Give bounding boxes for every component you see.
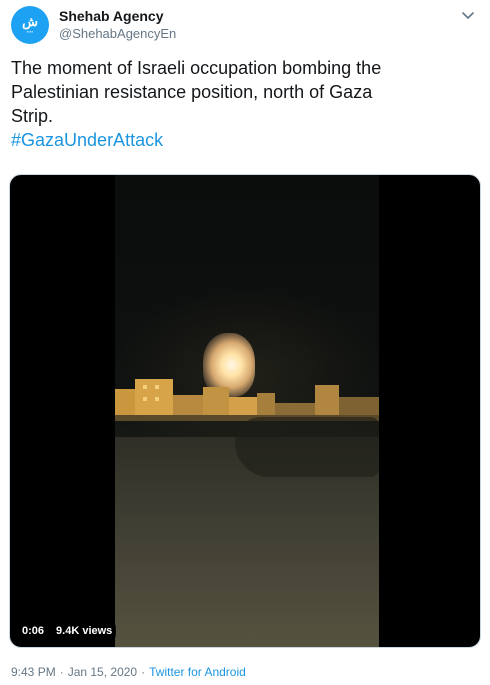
shehab-logo-icon: ش ▪▪▪▪ xyxy=(22,14,38,34)
author-name[interactable]: Shehab Agency xyxy=(59,8,164,24)
foreground-shadow xyxy=(235,417,379,477)
tweet-text-line: Palestinian resistance position, north o… xyxy=(11,82,373,102)
avatar[interactable]: ش ▪▪▪▪ xyxy=(11,6,49,44)
meta-separator: · xyxy=(141,665,146,679)
tweet-meta: 9:43 PM · Jan 15, 2020 · Twitter for Android xyxy=(11,665,246,679)
tweet-text: The moment of Israeli occupation bombing… xyxy=(11,56,471,152)
video-player[interactable]: 0:06 9.4K views xyxy=(9,174,481,648)
tweet-source-link[interactable]: Twitter for Android xyxy=(149,665,246,679)
hashtag-link[interactable]: #GazaUnderAttack xyxy=(11,128,471,152)
video-views: 9.4K views xyxy=(52,623,117,639)
tweet-card: ش ▪▪▪▪ Shehab Agency @ShehabAgencyEn The… xyxy=(0,0,490,685)
video-duration: 0:06 xyxy=(18,623,49,639)
chevron-down-icon[interactable] xyxy=(460,8,476,24)
author-handle[interactable]: @ShehabAgencyEn xyxy=(59,26,176,41)
tweet-time[interactable]: 9:43 PM xyxy=(11,665,56,679)
meta-separator: · xyxy=(59,665,64,679)
tweet-text-line: Strip. xyxy=(11,106,54,126)
tweet-date[interactable]: Jan 15, 2020 xyxy=(68,665,137,679)
video-frame xyxy=(115,175,379,647)
video-overlay: 0:06 9.4K views xyxy=(18,623,117,639)
tweet-text-line: The moment of Israeli occupation bombing… xyxy=(11,58,382,78)
